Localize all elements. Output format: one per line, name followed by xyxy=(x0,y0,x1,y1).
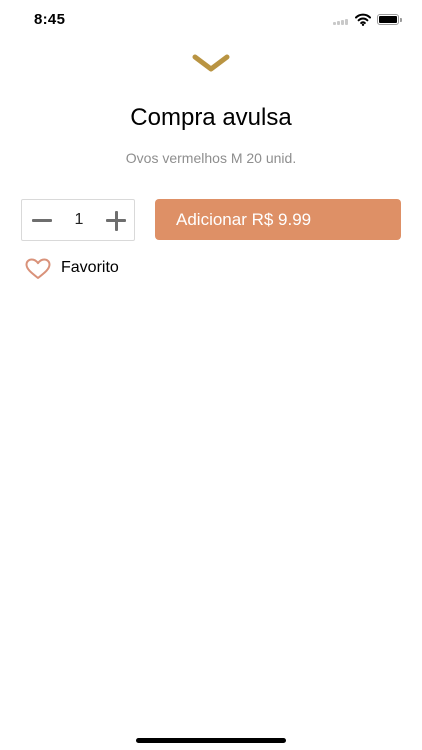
status-time: 8:45 xyxy=(34,11,66,28)
product-name: Ovos vermelhos M 20 unid. xyxy=(125,150,297,166)
heart-outline-icon xyxy=(25,258,51,279)
minus-icon xyxy=(32,219,52,222)
quantity-value: 1 xyxy=(74,211,84,228)
chevron-down-icon[interactable] xyxy=(192,52,230,74)
page-title: Compra avulsa xyxy=(130,104,292,131)
quantity-stepper: 1 xyxy=(21,199,135,241)
home-indicator xyxy=(136,738,286,743)
add-to-cart-button[interactable]: Adicionar R$ 9.99 xyxy=(155,199,401,240)
favorite-label: Favorito xyxy=(61,259,119,276)
decrease-quantity-button[interactable] xyxy=(24,200,60,240)
increase-quantity-button[interactable] xyxy=(98,200,134,240)
wifi-icon xyxy=(355,13,371,26)
status-bar: 8:45 xyxy=(0,0,422,44)
signal-icon xyxy=(333,19,349,25)
battery-icon xyxy=(377,14,402,25)
